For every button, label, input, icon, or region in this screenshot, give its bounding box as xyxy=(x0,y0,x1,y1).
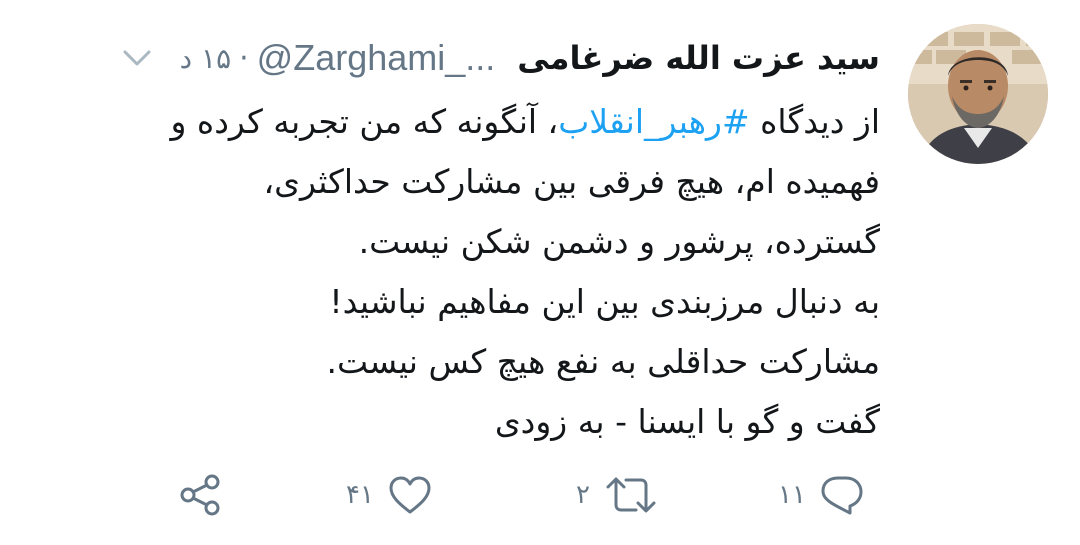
tweet-line-2: فهمیده ام، هیچ فرقی بین مشارکت حداکثری، xyxy=(263,162,880,201)
separator-dot: · xyxy=(239,40,249,76)
retweet-button[interactable]: ۲ xyxy=(576,470,658,520)
timestamp[interactable]: ۱۵ د xyxy=(180,42,231,75)
tweet-line-6: گفت و گو با ایسنا - به زودی xyxy=(494,402,880,441)
tweet-line-1: از دیدگاه #رهبر_انقلاب، آنگونه که من تجر… xyxy=(30,92,880,152)
chevron-down-icon[interactable] xyxy=(120,46,154,70)
tweet-line-4: به دنبال مرزبندی بین این مفاهیم نباشید! xyxy=(329,282,880,321)
tweet-text-suffix: ، آنگونه که من تجربه کرده و xyxy=(170,102,559,141)
hashtag-link[interactable]: #رهبر_انقلاب xyxy=(558,102,749,141)
display-name[interactable]: سید عزت الله ضرغامی xyxy=(517,39,880,77)
share-button[interactable] xyxy=(178,470,224,520)
tweet-card[interactable]: سید عزت الله ضرغامی @Zarghami_... · ۱۵ د… xyxy=(0,0,1080,545)
retweet-count: ۲ xyxy=(576,480,590,510)
share-icon xyxy=(180,474,220,516)
reply-button[interactable]: ۱۱ xyxy=(778,470,864,520)
avatar[interactable] xyxy=(908,24,1048,164)
heart-icon xyxy=(389,476,431,514)
tweet-text: از دیدگاه #رهبر_انقلاب، آنگونه که من تجر… xyxy=(30,92,880,452)
reply-count: ۱۱ xyxy=(778,480,806,510)
like-button[interactable]: ۴۱ xyxy=(346,470,432,520)
tweet-line-3: گسترده، پرشور و دشمن شکن نیست. xyxy=(358,222,880,261)
user-handle[interactable]: @Zarghami_... xyxy=(257,37,496,79)
profile-photo-icon xyxy=(908,24,1048,164)
retweet-icon xyxy=(606,477,656,513)
tweet-text-prefix: از دیدگاه xyxy=(749,102,880,141)
like-count: ۴۱ xyxy=(346,480,374,510)
reply-icon xyxy=(821,476,863,515)
tweet-actions: ۴۱ ۲ ۱۱ xyxy=(170,470,880,520)
tweet-header: سید عزت الله ضرغامی @Zarghami_... · ۱۵ د xyxy=(30,30,880,86)
tweet-line-5: مشارکت حداقلی به نفع هیچ کس نیست. xyxy=(326,342,881,381)
